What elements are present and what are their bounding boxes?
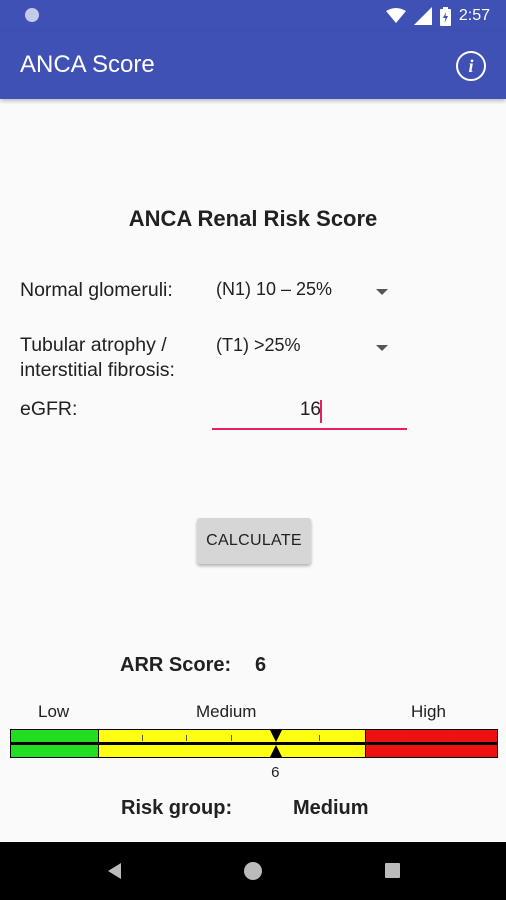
recents-icon[interactable] [385,863,400,878]
tubular-value: (T1) >25% [216,335,301,355]
wifi-icon [385,8,406,23]
gauge-midline [10,742,498,745]
status-icons: 2:57 [385,5,490,27]
home-icon[interactable] [244,862,262,880]
egfr-label: eGFR: [20,398,78,420]
scale-high-label: High [411,702,446,721]
info-icon[interactable]: i [456,51,486,81]
form-heading: ANCA Renal Risk Score [128,206,378,231]
status-clock: 2:57 [458,7,490,24]
gauge-tick [319,735,320,741]
dropdown-arrow-icon [376,345,388,351]
notification-dot-icon [25,8,39,22]
app-bar: ANCA Score i [0,31,506,99]
arr-score-value: 6 [255,654,267,676]
risk-gauge [10,729,498,758]
risk-group-label: Risk group: [121,797,233,819]
tubular-label-line1: Tubular atrophy / [20,334,167,356]
battery-icon [439,6,451,26]
gauge-tick [186,735,187,741]
egfr-input[interactable]: 16 [212,396,407,430]
scale-low-label: Low [38,702,70,721]
text-cursor [320,400,322,423]
gauge-tick [142,735,143,741]
dropdown-arrow-icon [376,289,388,295]
navigation-bar [0,842,506,900]
gauge-tick [231,735,232,741]
tubular-spinner[interactable]: (T1) >25% [216,335,396,365]
status-bar: 2:57 [0,0,506,31]
glomeruli-value: (N1) 10 – 25% [216,279,333,299]
glomeruli-label: Normal glomeruli: [20,279,173,301]
arr-score-label: ARR Score: [120,654,232,676]
app-title: ANCA Score [20,51,155,78]
gauge-tick [451,735,452,741]
back-icon[interactable] [108,863,121,879]
risk-group-value: Medium [293,797,369,819]
gauge-marker-top-icon [270,730,283,742]
gauge-tick [407,735,408,741]
gauge-marker-bottom-icon [270,745,283,757]
tubular-label-line2: interstitial fibrosis: [20,359,175,381]
glomeruli-spinner[interactable]: (N1) 10 – 25% [216,279,396,309]
gauge-marker-value: 6 [271,764,280,781]
signal-icon [413,7,432,25]
egfr-value: 16 [299,399,321,420]
scale-medium-label: Medium [196,702,257,721]
calculate-button[interactable]: CALCULATE [197,518,311,564]
tubular-label: Tubular atrophy / interstitial fibrosis: [20,333,175,383]
